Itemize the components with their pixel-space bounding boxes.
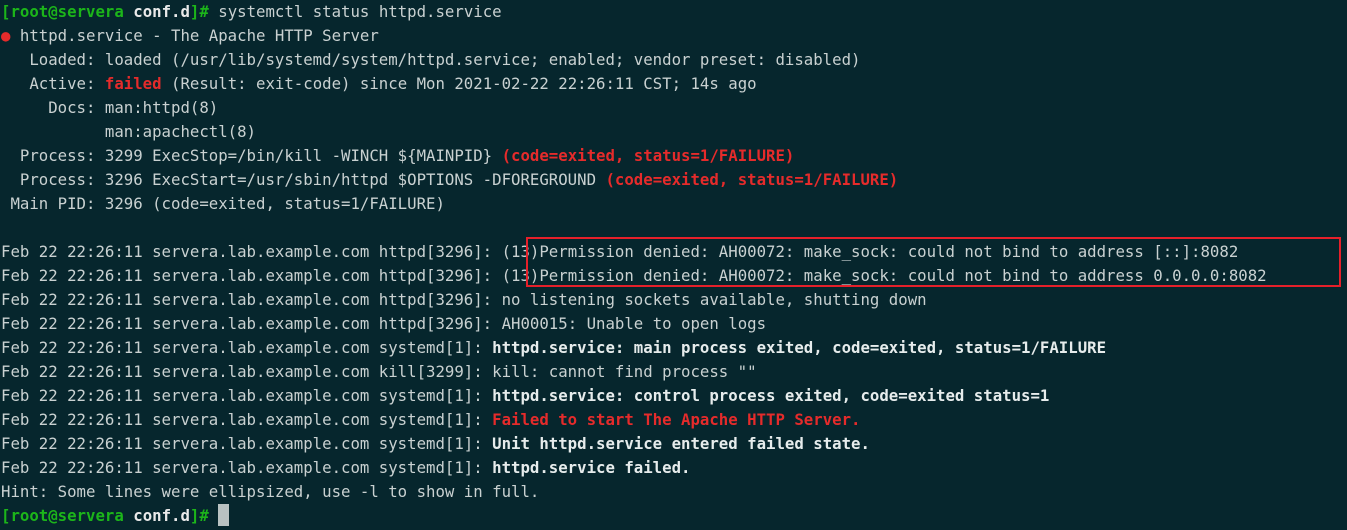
process-text: Process: 3299 ExecStop=/bin/kill -WINCH … bbox=[1, 146, 502, 165]
log-prefix: Feb 22 22:26:11 servera.lab.example.com … bbox=[1, 458, 493, 477]
log-message: (13)Permission denied: AH00072: make_soc… bbox=[501, 242, 1239, 261]
process-result: (code=exited, status=1/FAILURE) bbox=[605, 170, 899, 189]
active-label: Active: bbox=[1, 74, 105, 93]
hint-line: Hint: Some lines were ellipsized, use -l… bbox=[1, 482, 540, 501]
loaded-line: Loaded: loaded (/usr/lib/systemd/system/… bbox=[1, 50, 861, 69]
docs-line-2: man:apachectl(8) bbox=[1, 122, 257, 141]
log-message: (13)Permission denied: AH00072: make_soc… bbox=[501, 266, 1267, 285]
log-prefix: Feb 22 22:26:11 servera.lab.example.com … bbox=[1, 314, 502, 333]
log-prefix: Feb 22 22:26:11 servera.lab.example.com … bbox=[1, 434, 493, 453]
log-line: Feb 22 22:26:11 servera.lab.example.com … bbox=[0, 240, 1347, 264]
log-line: Feb 22 22:26:11 servera.lab.example.com … bbox=[0, 360, 1347, 384]
input-prompt-line[interactable]: [root@servera conf.d]# bbox=[0, 504, 1347, 528]
log-line: Feb 22 22:26:11 servera.lab.example.com … bbox=[0, 408, 1347, 432]
log-message: Unit httpd.service entered failed state. bbox=[492, 434, 870, 453]
process-line-2: Process: 3296 ExecStart=/usr/sbin/httpd … bbox=[0, 168, 1347, 192]
log-line: Feb 22 22:26:11 servera.lab.example.com … bbox=[0, 288, 1347, 312]
log-message: httpd.service failed. bbox=[492, 458, 691, 477]
active-detail: (Result: exit-code) since Mon 2021-02-22… bbox=[161, 74, 757, 93]
log-message: httpd.service: main process exited, code… bbox=[492, 338, 1107, 357]
prompt-directory: conf.d bbox=[133, 506, 190, 525]
prompt-symbol: ]# bbox=[189, 506, 209, 525]
log-prefix: Feb 22 22:26:11 servera.lab.example.com … bbox=[1, 266, 502, 285]
process-result: (code=exited, status=1/FAILURE) bbox=[501, 146, 795, 165]
log-message: no listening sockets available, shutting… bbox=[501, 290, 927, 309]
process-text: Process: 3296 ExecStart=/usr/sbin/httpd … bbox=[1, 170, 606, 189]
main-pid-line: Main PID: 3296 (code=exited, status=1/FA… bbox=[1, 194, 445, 213]
log-prefix: Feb 22 22:26:11 servera.lab.example.com … bbox=[1, 242, 502, 261]
active-state: failed bbox=[104, 74, 162, 93]
log-prefix: Feb 22 22:26:11 servera.lab.example.com … bbox=[1, 362, 493, 381]
docs-line-1: Docs: man:httpd(8) bbox=[1, 98, 219, 117]
log-message: Failed to start The Apache HTTP Server. bbox=[492, 410, 861, 429]
terminal-window[interactable]: [root@servera conf.d]# systemctl status … bbox=[0, 0, 1347, 530]
service-header-line: ● httpd.service - The Apache HTTP Server bbox=[0, 24, 1347, 48]
log-prefix: Feb 22 22:26:11 servera.lab.example.com … bbox=[1, 410, 493, 429]
text-cursor[interactable] bbox=[218, 504, 230, 526]
log-message: kill: cannot find process "" bbox=[492, 362, 757, 381]
process-line-1: Process: 3299 ExecStop=/bin/kill -WINCH … bbox=[0, 144, 1347, 168]
log-line: Feb 22 22:26:11 servera.lab.example.com … bbox=[0, 384, 1347, 408]
log-prefix: Feb 22 22:26:11 servera.lab.example.com … bbox=[1, 290, 502, 309]
service-name: httpd.service - The Apache HTTP Server bbox=[10, 26, 379, 45]
log-prefix: Feb 22 22:26:11 servera.lab.example.com … bbox=[1, 386, 493, 405]
prompt-user-host: root@servera bbox=[10, 2, 124, 21]
prompt-symbol: ]# bbox=[189, 2, 209, 21]
log-line: Feb 22 22:26:11 servera.lab.example.com … bbox=[0, 264, 1347, 288]
log-message: AH00015: Unable to open logs bbox=[501, 314, 767, 333]
log-line: Feb 22 22:26:11 servera.lab.example.com … bbox=[0, 336, 1347, 360]
active-line: Active: failed (Result: exit-code) since… bbox=[0, 72, 1347, 96]
log-prefix: Feb 22 22:26:11 servera.lab.example.com … bbox=[1, 338, 493, 357]
command-line: [root@servera conf.d]# systemctl status … bbox=[0, 0, 1347, 24]
log-message: httpd.service: control process exited, c… bbox=[492, 386, 1050, 405]
log-line: Feb 22 22:26:11 servera.lab.example.com … bbox=[0, 456, 1347, 480]
command-text: systemctl status httpd.service bbox=[208, 2, 502, 21]
prompt-user-host: root@servera bbox=[10, 506, 124, 525]
log-line: Feb 22 22:26:11 servera.lab.example.com … bbox=[0, 432, 1347, 456]
log-line: Feb 22 22:26:11 servera.lab.example.com … bbox=[0, 312, 1347, 336]
prompt-directory: conf.d bbox=[133, 2, 190, 21]
